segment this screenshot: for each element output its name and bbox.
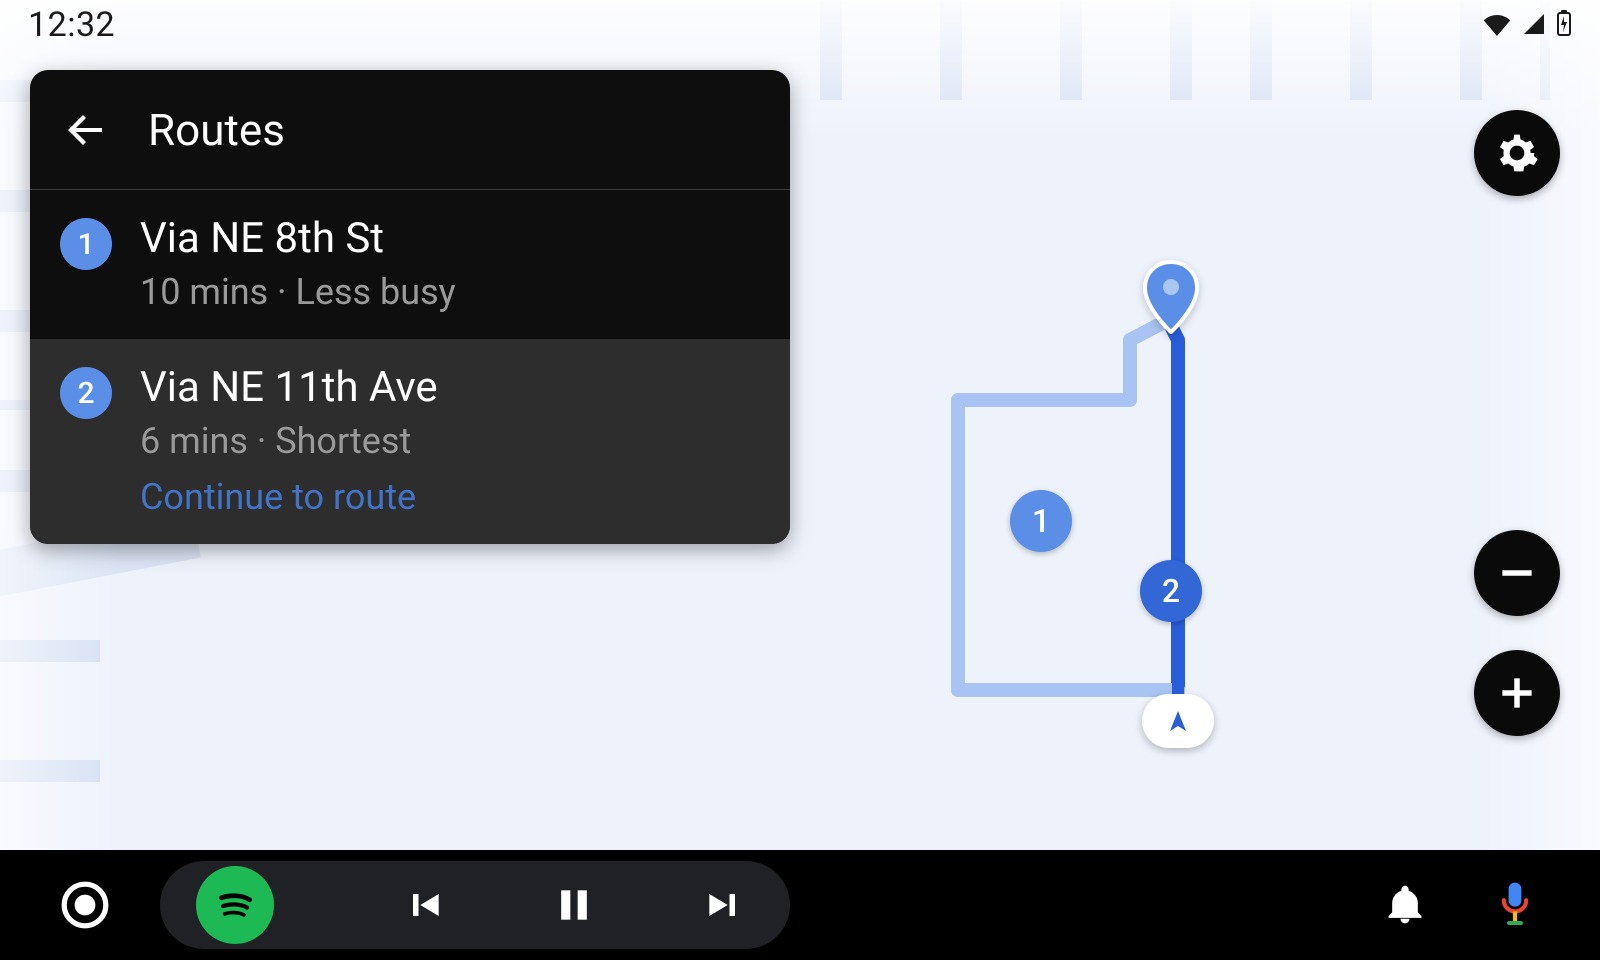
circle-icon <box>59 879 111 931</box>
route-badge: 2 <box>60 367 112 419</box>
wifi-icon <box>1482 12 1512 40</box>
cellular-icon <box>1520 12 1548 40</box>
spotify-icon[interactable] <box>196 866 274 944</box>
continue-to-route[interactable]: Continue to route <box>140 476 438 518</box>
route-item-2[interactable]: 2 Via NE 11th Ave 6 mins · Shortest Cont… <box>30 339 790 544</box>
destination-pin[interactable] <box>1142 260 1200 338</box>
plus-icon <box>1495 671 1539 715</box>
pause-icon <box>552 883 596 927</box>
route-subtitle: 6 mins · Shortest <box>140 420 438 462</box>
panel-title: Routes <box>148 104 285 156</box>
route-item-1[interactable]: 1 Via NE 8th St 10 mins · Less busy <box>30 190 790 339</box>
zoom-in-button[interactable] <box>1474 650 1560 736</box>
zoom-out-button[interactable] <box>1474 530 1560 616</box>
voice-assistant-button[interactable] <box>1470 860 1560 950</box>
status-bar: 12:32 <box>0 0 1600 50</box>
previous-track-button[interactable] <box>394 860 454 950</box>
route-badge: 1 <box>60 218 112 270</box>
notifications-button[interactable] <box>1360 860 1450 950</box>
settings-button[interactable] <box>1474 110 1560 196</box>
pause-button[interactable] <box>544 860 604 950</box>
battery-icon <box>1556 10 1572 40</box>
route-subtitle: 10 mins · Less busy <box>140 271 456 313</box>
media-controls <box>160 861 790 949</box>
arrow-left-icon <box>62 106 110 154</box>
launcher-button[interactable] <box>40 860 130 950</box>
clock: 12:32 <box>28 5 115 45</box>
route-marker-2[interactable]: 2 <box>1140 560 1202 622</box>
minus-icon <box>1495 551 1539 595</box>
route-title: Via NE 11th Ave <box>140 363 438 412</box>
route-title: Via NE 8th St <box>140 214 456 263</box>
bell-icon <box>1383 883 1427 927</box>
skip-previous-icon <box>402 883 446 927</box>
back-button[interactable] <box>58 102 114 158</box>
microphone-icon <box>1495 881 1535 929</box>
skip-next-icon <box>702 883 746 927</box>
current-location[interactable] <box>1142 694 1214 748</box>
routes-panel: Routes 1 Via NE 8th St 10 mins · Less bu… <box>30 70 790 544</box>
route-marker-1[interactable]: 1 <box>1010 490 1072 552</box>
bottom-nav <box>0 850 1600 960</box>
next-track-button[interactable] <box>694 860 754 950</box>
panel-header: Routes <box>30 70 790 190</box>
gear-icon <box>1495 131 1539 175</box>
